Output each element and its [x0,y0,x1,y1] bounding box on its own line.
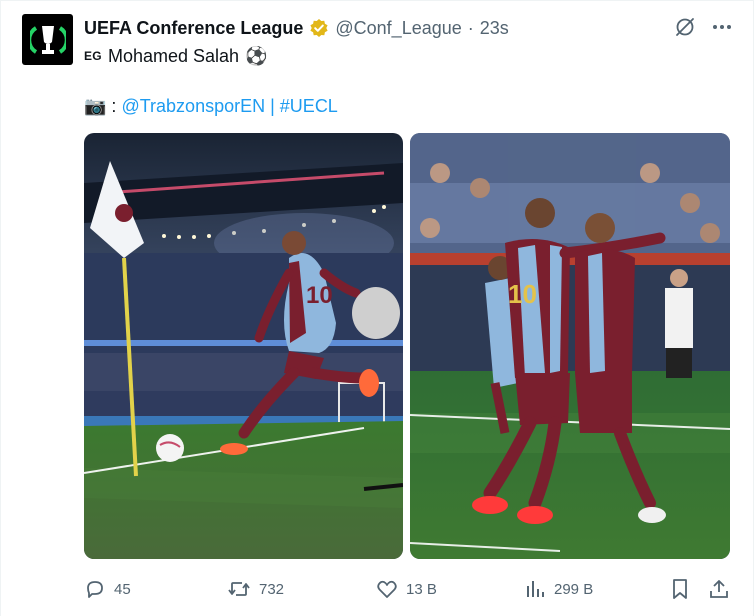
svg-text:10: 10 [306,282,333,309]
media-photo-corner-kick[interactable]: 10 [84,133,403,559]
bookmark-button[interactable] [670,574,690,604]
subtitle-text: Mohamed Salah [107,45,240,66]
pipe-separator: | [270,95,275,116]
repost-icon [228,582,250,596]
heart-icon [377,580,397,598]
view-count: 299 B [554,580,594,598]
reply-button[interactable]: 45 [84,574,131,604]
share-button[interactable] [708,574,730,604]
author-display-name[interactable]: UEFA Conference League [84,18,303,39]
reply-icon [87,581,103,598]
media-photo-celebration[interactable]: 10 11 [410,133,730,559]
subtitle-line: EG Mohamed Salah ⚽ [84,44,267,68]
trophy-logo-icon [29,25,66,54]
soccer-ball-emoji-icon: ⚽ [245,45,268,66]
mention-link[interactable]: @TrabzonsporEN [121,96,265,117]
card-border-left [0,0,1,616]
header-actions [674,16,732,43]
timestamp[interactable]: 23s [480,18,509,39]
translate-label: EG [84,49,102,63]
views-button[interactable]: 299 B [524,574,593,604]
grok-icon[interactable] [674,16,696,43]
repost-button[interactable]: 732 [227,574,284,604]
tweet-action-bar: 45 732 13 B 299 B [84,574,732,604]
camera-emoji-icon: 📷 [84,95,107,116]
colon-text: : [111,95,117,116]
avatar[interactable] [22,14,73,65]
reply-count: 45 [114,580,131,598]
hashtag-link[interactable]: #UECL [280,96,338,117]
share-icon [710,580,728,598]
repost-count: 732 [259,580,285,598]
more-options-icon[interactable] [712,17,732,42]
tweet-header: UEFA Conference League @Conf_League · 23… [84,15,509,41]
bookmark-icon [673,579,687,599]
verified-badge-icon[interactable] [309,18,329,38]
svg-text:10: 10 [508,279,537,309]
separator-dot: · [467,17,474,38]
analytics-icon [527,581,544,597]
like-count: 13 B [406,580,437,598]
card-border-top [0,0,754,1]
author-handle[interactable]: @Conf_League [335,18,461,39]
like-button[interactable]: 13 B [376,574,437,604]
celebration-photo: 10 11 [410,133,730,559]
tweet-text: 📷 : @TrabzonsporEN | #UECL [84,94,338,118]
corner-kick-photo: 10 [84,133,403,559]
